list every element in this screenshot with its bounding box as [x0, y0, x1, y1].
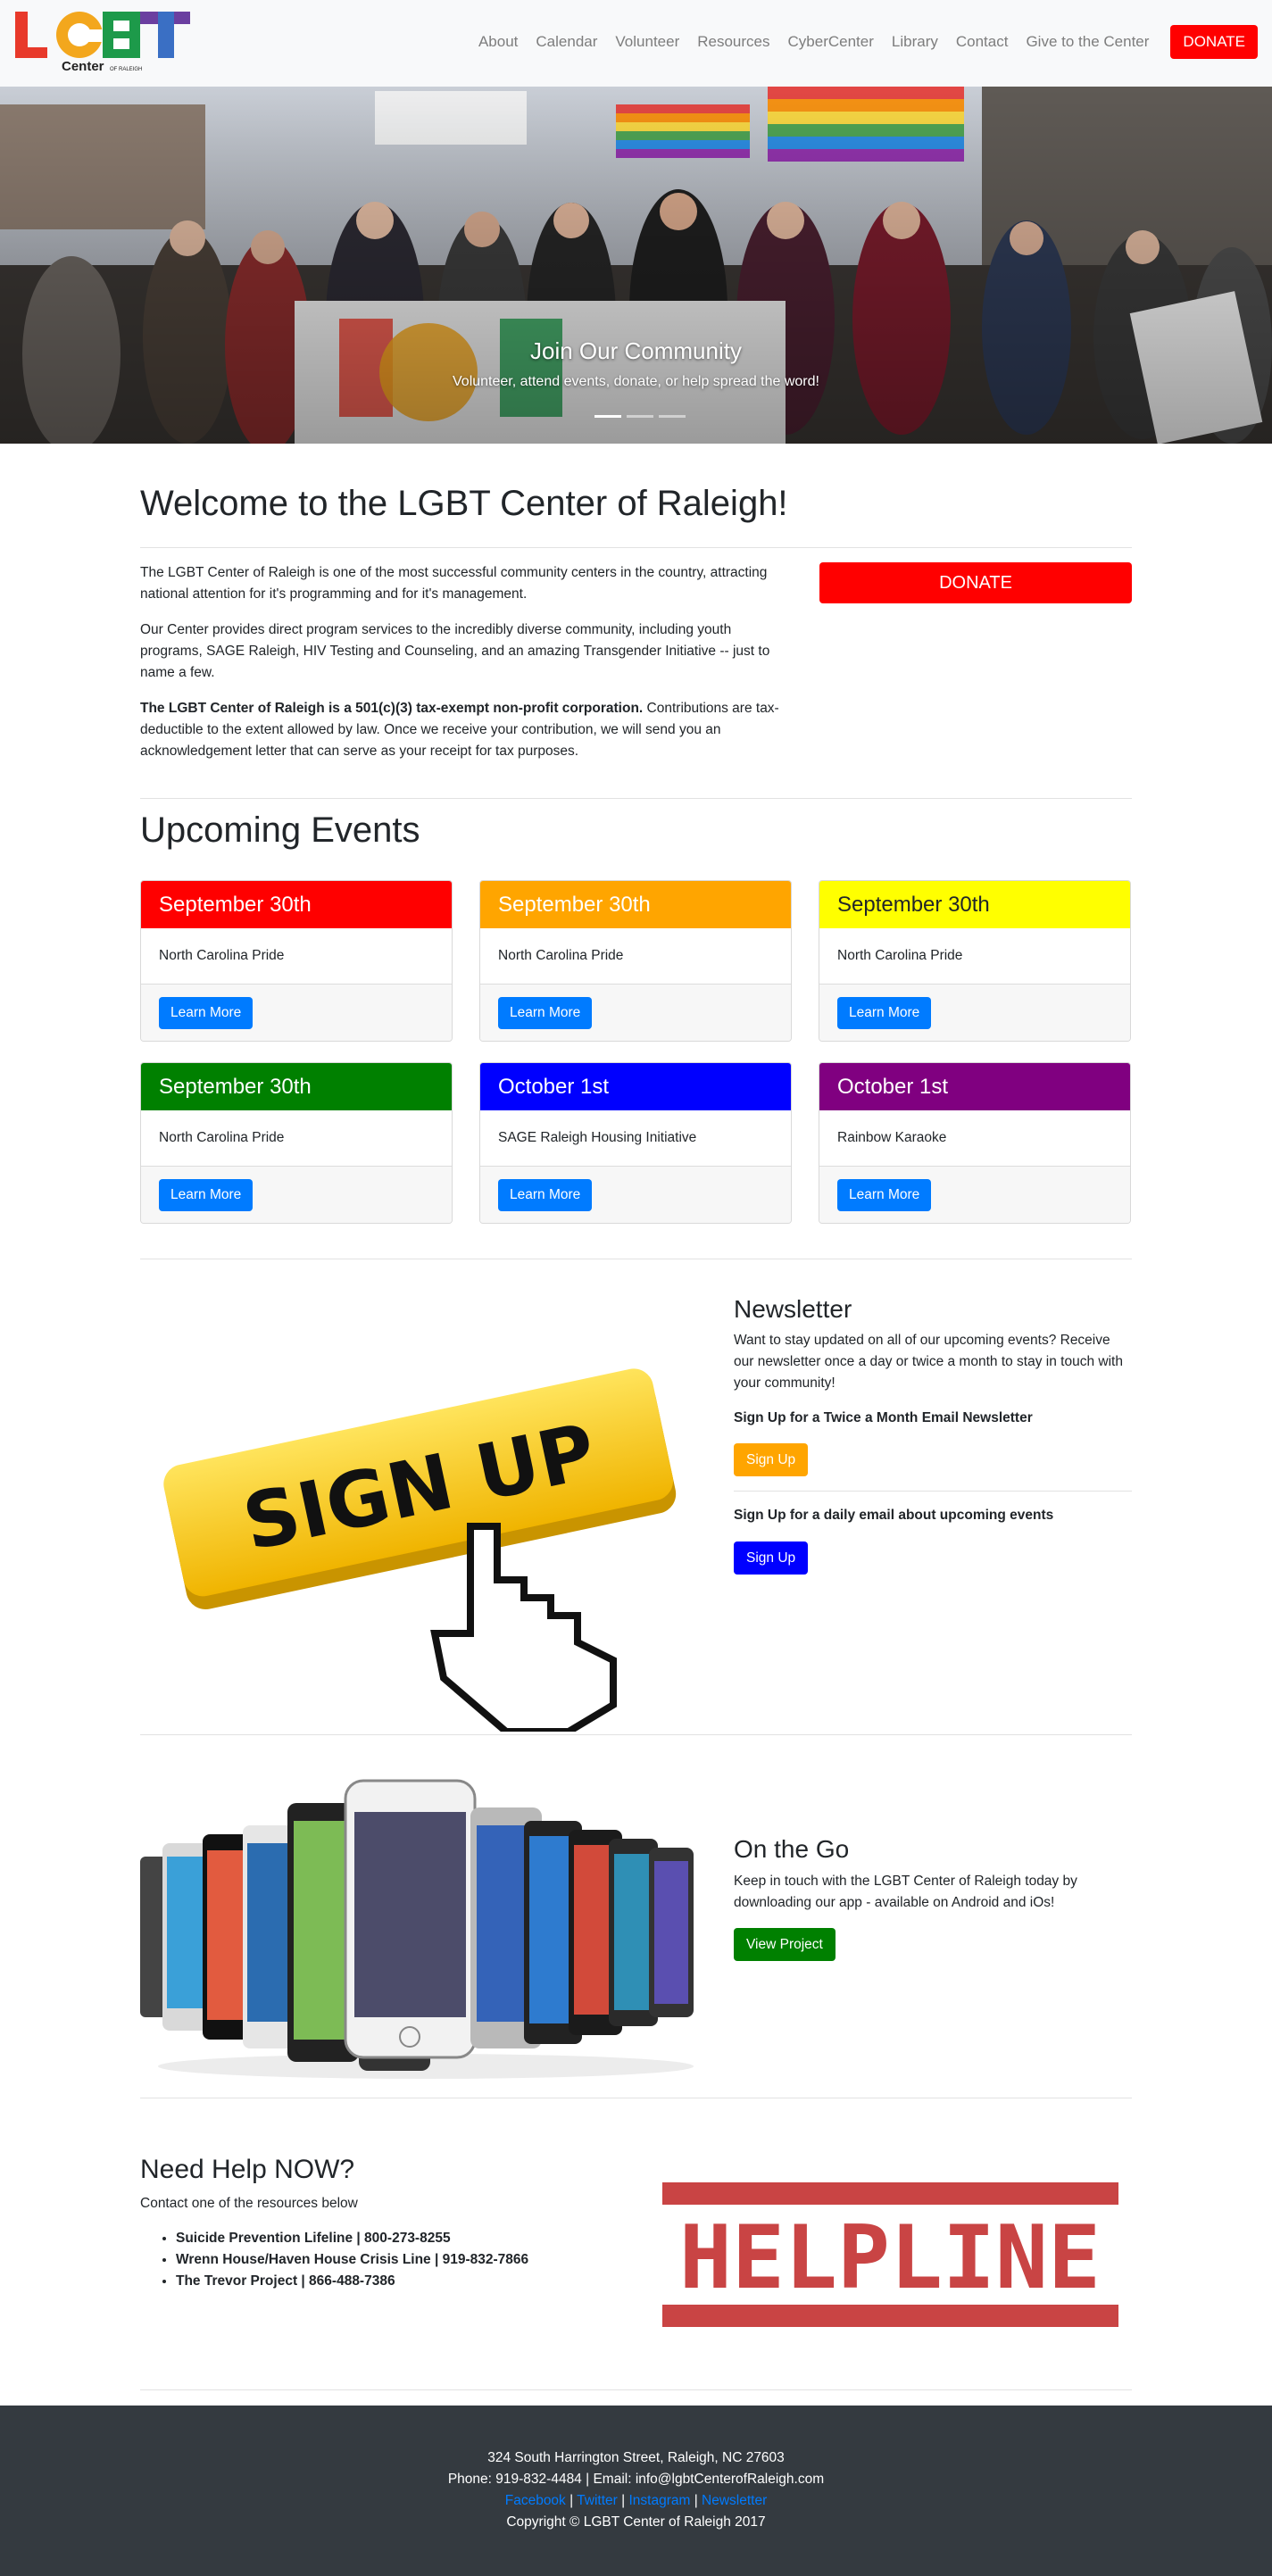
navbar: Center OF RALEIGH About Calendar Volunte… — [0, 0, 1272, 87]
svg-text:OF RALEIGH: OF RALEIGH — [110, 67, 142, 72]
event-name: North Carolina Pride — [819, 928, 1130, 985]
footer-address: 324 South Harrington Street, Raleigh, NC… — [487, 2450, 785, 2465]
lgbt-center-logo[interactable]: Center OF RALEIGH — [15, 12, 194, 74]
donate-button[interactable]: DONATE — [819, 562, 1132, 603]
view-project-button[interactable]: View Project — [734, 1928, 836, 1961]
on-the-go-description: Keep in touch with the LGBT Center of Ra… — [734, 1874, 1077, 1910]
event-card: September 30th North Carolina Pride Learn … — [819, 880, 1131, 1042]
event-date: September 30th — [141, 1063, 452, 1110]
event-date: September 30th — [819, 881, 1130, 928]
learn-more-button[interactable]: Learn More — [837, 996, 932, 1029]
event-name: North Carolina Pride — [480, 928, 791, 985]
carousel-indicator-1[interactable] — [594, 415, 621, 418]
event-card: October 1st SAGE Raleigh Housing Initiati… — [479, 1062, 792, 1224]
footer-link-facebook[interactable]: Facebook — [505, 2493, 566, 2508]
footer-link-instagram[interactable]: Instagram — [628, 2493, 690, 2508]
nav-link-volunteer[interactable]: Volunteer — [615, 33, 679, 51]
footer-contact: Phone: 919-832-4484 | Email: info@lgbtCe… — [447, 2472, 825, 2487]
hero-title: Join Our Community — [530, 337, 742, 364]
event-card-footer: Learn More — [141, 1167, 452, 1223]
newsletter-title: Newsletter — [734, 1295, 852, 1323]
nav-links: About Calendar Volunteer Resources Cyber… — [461, 25, 1258, 59]
footer-social-links: Facebook | Twitter | Instagram | Newslet… — [0, 2490, 1272, 2512]
svg-text:Center: Center — [62, 59, 104, 74]
divider — [140, 798, 1132, 799]
welcome-paragraph-1: The LGBT Center of Raleigh is one of the… — [140, 565, 768, 602]
divider — [140, 547, 1132, 548]
sign-up-twice-monthly-button[interactable]: Sign Up — [734, 1443, 809, 1476]
event-card: September 30th North Carolina Pride Learn … — [140, 880, 453, 1042]
event-name: Rainbow Karaoke — [819, 1110, 1130, 1167]
nonprofit-statement: The LGBT Center of Raleigh is a 501(c)(3… — [140, 701, 644, 716]
helpline-image: HELPLINE — [662, 2182, 1118, 2327]
carousel-indicator-2[interactable] — [627, 415, 653, 418]
event-card-footer: Learn More — [480, 1167, 791, 1223]
learn-more-button[interactable]: Learn More — [498, 1178, 593, 1211]
divider — [140, 1734, 1132, 1735]
help-subtitle: Contact one of the resources below — [140, 2196, 358, 2211]
welcome-paragraph-2: Our Center provides direct program servi… — [140, 622, 770, 680]
carousel-indicators — [592, 415, 688, 418]
divider — [140, 2389, 1132, 2390]
event-date: October 1st — [480, 1063, 791, 1110]
list-item: Wrenn House/Haven House Crisis Line | 91… — [176, 2249, 528, 2271]
hero-subtitle: Volunteer, attend events, donate, or hel… — [453, 374, 819, 389]
event-card-footer: Learn More — [480, 985, 791, 1041]
event-card-footer: Learn More — [819, 1167, 1130, 1223]
carousel-indicator-3[interactable] — [659, 415, 686, 418]
event-name: SAGE Raleigh Housing Initiative — [480, 1110, 791, 1167]
svg-text:HELPLINE: HELPLINE — [679, 2207, 1101, 2309]
help-resources-list: Suicide Prevention Lifeline | 800-273-82… — [176, 2228, 528, 2292]
nav-link-resources[interactable]: Resources — [697, 33, 769, 51]
sign-up-illustration: SIGN UP — [163, 1368, 677, 1732]
newsletter-description: Want to stay updated on all of our upcom… — [734, 1333, 1123, 1391]
nav-link-about[interactable]: About — [478, 33, 518, 51]
learn-more-button[interactable]: Learn More — [159, 996, 254, 1029]
list-item: The Trevor Project | 866-488-7386 — [176, 2271, 528, 2292]
event-name: North Carolina Pride — [141, 928, 452, 985]
event-card: September 30th North Carolina Pride Learn … — [140, 1062, 453, 1224]
divider — [734, 1491, 1132, 1492]
list-item: Suicide Prevention Lifeline | 800-273-82… — [176, 2228, 528, 2249]
footer: 324 South Harrington Street, Raleigh, NC… — [0, 2406, 1272, 2576]
footer-link-twitter[interactable]: Twitter — [577, 2493, 618, 2508]
welcome-title: Welcome to the LGBT Center of Raleigh! — [140, 484, 788, 523]
phones-illustration — [140, 1779, 694, 2079]
event-name: North Carolina Pride — [141, 1110, 452, 1167]
learn-more-button[interactable]: Learn More — [837, 1178, 932, 1211]
event-card-footer: Learn More — [141, 985, 452, 1041]
event-date: September 30th — [480, 881, 791, 928]
event-card: October 1st Rainbow Karaoke Learn More — [819, 1062, 1131, 1224]
event-card: September 30th North Carolina Pride Learn … — [479, 880, 792, 1042]
separator: | — [617, 2493, 629, 2508]
on-the-go-title: On the Go — [734, 1835, 850, 1863]
nav-link-calendar[interactable]: Calendar — [536, 33, 597, 51]
help-title: Need Help NOW? — [140, 2155, 355, 2184]
separator: | — [565, 2493, 578, 2508]
event-date: September 30th — [141, 881, 452, 928]
footer-link-newsletter[interactable]: Newsletter — [702, 2493, 767, 2508]
welcome-paragraph-3: The LGBT Center of Raleigh is a 501(c)(3… — [140, 698, 788, 762]
nav-link-library[interactable]: Library — [892, 33, 938, 51]
hero-photo — [0, 87, 1272, 444]
footer-copyright: Copyright © LGBT Center of Raleigh 2017 — [506, 2514, 766, 2530]
sign-up-daily-button[interactable]: Sign Up — [734, 1541, 809, 1575]
event-card-footer: Learn More — [819, 985, 1130, 1041]
event-date: October 1st — [819, 1063, 1130, 1110]
newsletter-option-twice-monthly: Sign Up for a Twice a Month Email Newsle… — [734, 1410, 1033, 1425]
nav-donate-button[interactable]: DONATE — [1170, 25, 1258, 59]
nav-link-give[interactable]: Give to the Center — [1026, 33, 1149, 51]
newsletter-option-daily: Sign Up for a daily email about upcoming… — [734, 1508, 1054, 1523]
learn-more-button[interactable]: Learn More — [159, 1178, 254, 1211]
nav-link-cybercenter[interactable]: CyberCenter — [788, 33, 874, 51]
learn-more-button[interactable]: Learn More — [498, 996, 593, 1029]
events-title: Upcoming Events — [140, 810, 420, 850]
separator: | — [690, 2493, 703, 2508]
nav-link-contact[interactable]: Contact — [956, 33, 1009, 51]
hero-carousel[interactable]: Join Our Community Volunteer, attend eve… — [0, 87, 1272, 444]
welcome-text: The LGBT Center of Raleigh is one of the… — [140, 562, 788, 777]
